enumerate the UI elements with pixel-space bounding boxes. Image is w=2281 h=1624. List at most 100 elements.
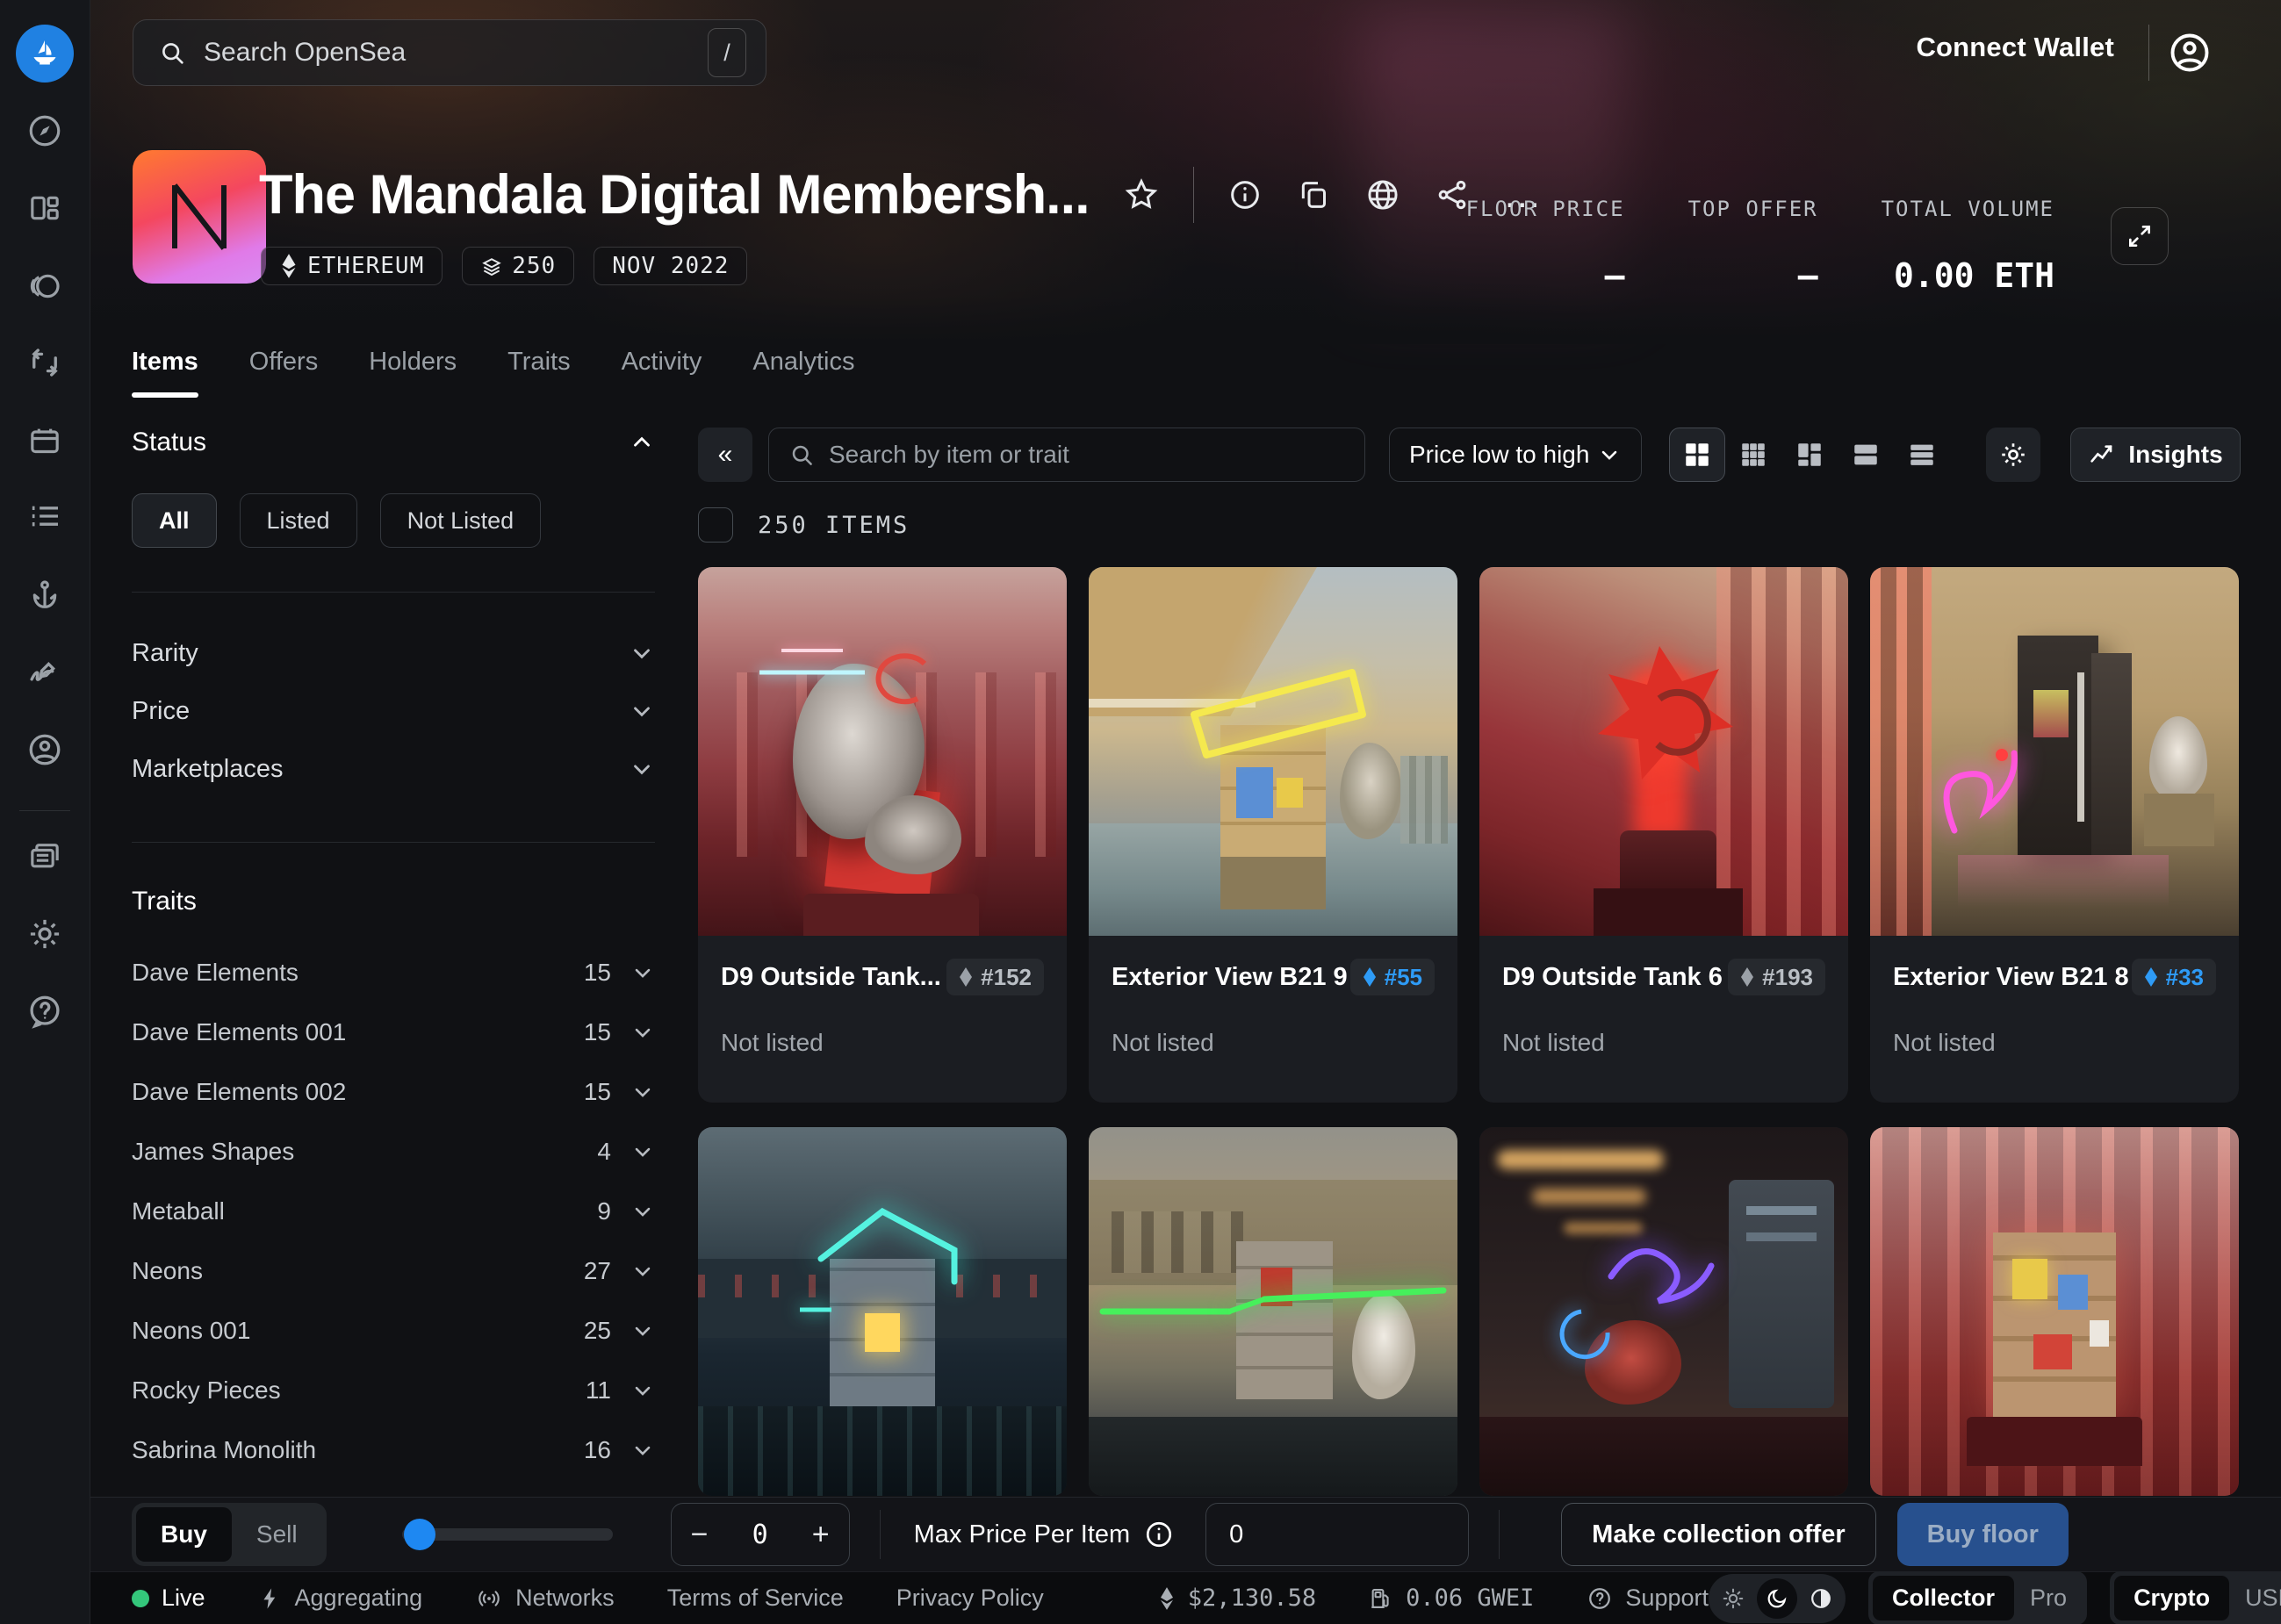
crypto-currency-button[interactable]: Crypto (2114, 1576, 2229, 1620)
view-grid-large-button[interactable] (1669, 428, 1725, 482)
swap-icon[interactable] (26, 344, 63, 381)
list-icon[interactable] (27, 499, 62, 534)
terms-link[interactable]: Terms of Service (667, 1584, 844, 1612)
sweep-action-bar: Buy Sell − 0 + Max Price Per Item Make c… (90, 1497, 2281, 1571)
expand-stats-button[interactable] (2111, 207, 2169, 265)
share-icon[interactable] (1435, 177, 1470, 212)
news-docs-icon[interactable] (27, 839, 62, 874)
global-search[interactable]: / (133, 19, 766, 86)
collapse-filters-button[interactable]: « (698, 428, 752, 482)
settings-gear-icon[interactable] (26, 916, 63, 952)
nft-card[interactable] (698, 1127, 1067, 1496)
dark-theme-button[interactable] (1757, 1578, 1797, 1619)
dashboard-icon[interactable] (27, 190, 62, 226)
nft-card[interactable] (1479, 1127, 1848, 1496)
chevron-down-icon (629, 756, 655, 782)
price-section-header[interactable]: Price (132, 682, 655, 740)
support-link[interactable]: Support (1587, 1584, 1709, 1612)
grid-settings-button[interactable] (1986, 428, 2040, 482)
explore-compass-icon[interactable] (26, 112, 63, 149)
chevron-down-icon (630, 1378, 655, 1403)
pro-mode-button[interactable]: Pro (2014, 1576, 2083, 1620)
trait-row[interactable]: Rocky Pieces11 (132, 1361, 655, 1420)
sell-tab[interactable]: Sell (232, 1520, 322, 1549)
nft-card[interactable] (1089, 1127, 1457, 1496)
view-list-button[interactable] (1838, 428, 1894, 482)
nft-card[interactable]: D9 Outside Tank... #152 Not listed (698, 567, 1067, 1103)
usd-currency-button[interactable]: USD (2229, 1576, 2281, 1620)
marketplaces-section-header[interactable]: Marketplaces (132, 740, 655, 798)
trait-row[interactable]: Dave Elements 00115 (132, 1002, 655, 1062)
ethereum-icon (1158, 1586, 1176, 1611)
rarity-section-header[interactable]: Rarity (132, 624, 655, 682)
status-section-header[interactable]: Status (132, 421, 655, 463)
trait-row[interactable]: Metaball9 (132, 1182, 655, 1241)
increase-button[interactable]: + (812, 1520, 830, 1549)
trait-row[interactable]: Neons 00125 (132, 1301, 655, 1361)
tab-holders[interactable]: Holders (369, 348, 457, 398)
chevron-down-icon (629, 698, 655, 724)
studio-pen-icon[interactable] (26, 654, 63, 691)
nft-image (1089, 1127, 1457, 1496)
collector-mode-button[interactable]: Collector (1873, 1576, 2014, 1620)
sort-dropdown[interactable]: Price low to high (1389, 428, 1642, 482)
item-search-input[interactable] (829, 441, 1345, 469)
search-icon (158, 39, 186, 67)
anchor-icon[interactable] (27, 578, 62, 613)
traits-section-title: Traits (132, 887, 655, 916)
view-grid-dense-button[interactable] (1725, 428, 1781, 482)
item-search[interactable] (768, 428, 1365, 482)
status-filter-listed[interactable]: Listed (240, 493, 357, 548)
trait-row[interactable]: Dave Elements15 (132, 943, 655, 1002)
website-globe-icon[interactable] (1364, 176, 1401, 213)
nft-card[interactable]: Exterior View B21 8 #33 Not listed (1870, 567, 2239, 1103)
view-masonry-button[interactable] (1781, 428, 1838, 482)
decrease-button[interactable]: − (691, 1520, 709, 1549)
buy-tab[interactable]: Buy (136, 1507, 232, 1562)
collection-avatar[interactable] (133, 150, 266, 284)
slider-handle[interactable] (404, 1519, 435, 1550)
info-icon[interactable] (1227, 177, 1263, 212)
watchlist-star-icon[interactable] (1123, 176, 1160, 213)
profile-icon[interactable] (26, 731, 63, 768)
max-price-field[interactable] (1205, 1503, 1469, 1566)
account-profile-icon[interactable] (2167, 30, 2213, 75)
trait-row[interactable]: James Shapes4 (132, 1122, 655, 1182)
buy-floor-button[interactable]: Buy floor (1897, 1503, 2069, 1566)
status-filter-all[interactable]: All (132, 493, 217, 548)
aggregating-status[interactable]: Aggregating (258, 1584, 423, 1612)
view-compact-list-button[interactable] (1894, 428, 1950, 482)
tab-offers[interactable]: Offers (249, 348, 318, 398)
privacy-link[interactable]: Privacy Policy (896, 1584, 1044, 1612)
status-filter-not-listed[interactable]: Not Listed (380, 493, 542, 548)
light-theme-button[interactable] (1713, 1578, 1753, 1619)
max-price-input[interactable] (1206, 1520, 1468, 1549)
info-icon[interactable] (1144, 1520, 1174, 1549)
trait-row[interactable]: Sabrina Monolith16 (132, 1420, 655, 1480)
trait-row[interactable]: Dave Elements 00215 (132, 1062, 655, 1122)
trait-row[interactable]: Neons27 (132, 1241, 655, 1301)
sweep-quantity-slider[interactable] (402, 1528, 613, 1541)
insights-button[interactable]: Insights (2070, 428, 2241, 482)
tab-items[interactable]: Items (132, 348, 198, 398)
tab-activity[interactable]: Activity (622, 348, 702, 398)
gas-price: 0.06 GWEI (1369, 1584, 1534, 1612)
tab-analytics[interactable]: Analytics (752, 348, 854, 398)
connect-wallet-button[interactable]: Connect Wallet (1916, 32, 2114, 63)
networks-status[interactable]: Networks (475, 1584, 615, 1612)
nft-image (698, 1127, 1067, 1496)
live-status[interactable]: Live (132, 1584, 205, 1612)
global-search-input[interactable] (204, 38, 708, 68)
make-collection-offer-button[interactable]: Make collection offer (1561, 1503, 1875, 1566)
calendar-icon[interactable] (27, 423, 62, 458)
opensea-logo[interactable] (16, 25, 74, 83)
auto-contrast-theme-button[interactable] (1801, 1578, 1841, 1619)
select-all-checkbox[interactable] (698, 507, 733, 543)
nft-card[interactable]: D9 Outside Tank 6 #193 Not listed (1479, 567, 1848, 1103)
help-icon[interactable] (26, 993, 63, 1030)
drops-rings-icon[interactable] (25, 269, 64, 304)
tab-traits[interactable]: Traits (507, 348, 570, 398)
copy-address-icon[interactable] (1296, 177, 1331, 212)
nft-card[interactable]: Exterior View B21 9 #55 Not listed (1089, 567, 1457, 1103)
nft-card[interactable] (1870, 1127, 2239, 1496)
